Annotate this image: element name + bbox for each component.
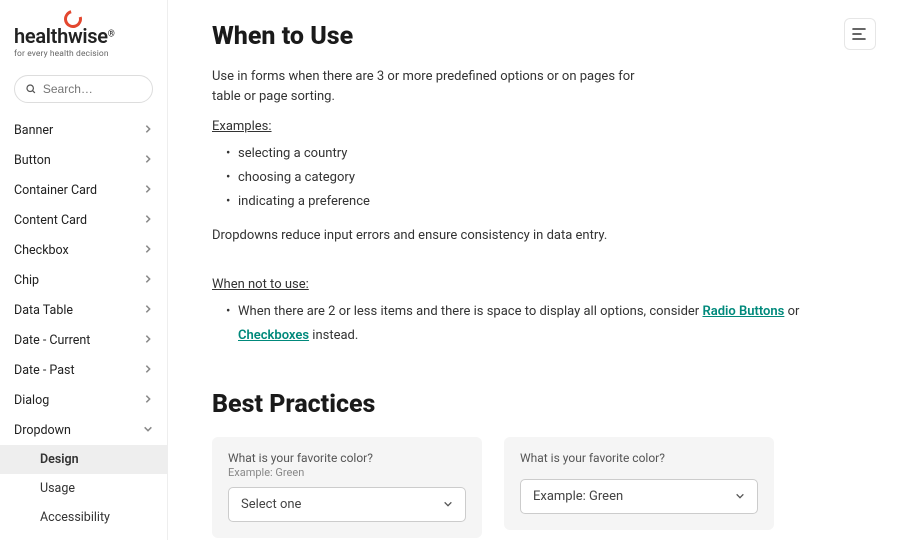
- search-input-wrap[interactable]: [14, 75, 153, 103]
- chevron-right-icon: [143, 363, 153, 378]
- sidebar-item-label: Dialog: [14, 393, 49, 408]
- sidebar-item-date-current[interactable]: Date - Current: [0, 325, 167, 355]
- examples-row: What is your favorite color? Example: Gr…: [212, 437, 856, 540]
- examples-label: Examples:: [212, 119, 856, 134]
- sidebar-item-button[interactable]: Button: [0, 145, 167, 175]
- brand-logo: healthwise® for every health decision: [0, 0, 167, 65]
- sidebar-subitem-design[interactable]: Design: [0, 445, 167, 474]
- sidebar-subitem-code[interactable]: Code: [0, 532, 167, 540]
- or-text: or: [784, 304, 799, 319]
- sidebar-item-data-table[interactable]: Data Table: [0, 295, 167, 325]
- sidebar-item-label: Button: [14, 153, 51, 168]
- do-card-label: What is your favorite color?: [228, 451, 466, 465]
- search-input[interactable]: [43, 82, 142, 96]
- sidebar-item-label: Container Card: [14, 183, 97, 198]
- do-card-select[interactable]: Select one: [228, 487, 466, 522]
- sidebar-item-label: Data Table: [14, 303, 73, 318]
- when-not-list: When there are 2 or less items and there…: [212, 300, 856, 348]
- when-not-pre: When there are 2 or less items and there…: [238, 304, 702, 319]
- sidebar-item-dialog[interactable]: Dialog: [0, 385, 167, 415]
- chevron-right-icon: [143, 183, 153, 198]
- chevron-right-icon: [143, 123, 153, 138]
- example-item: choosing a category: [228, 166, 856, 190]
- sidebar-item-label: Content Card: [14, 213, 87, 228]
- sidebar-subitem-accessibility[interactable]: Accessibility: [0, 503, 167, 532]
- do-column: What is your favorite color? Example: Gr…: [212, 437, 482, 540]
- dont-card: What is your favorite color? Example: Gr…: [504, 437, 774, 530]
- when-not-item: When there are 2 or less items and there…: [228, 300, 856, 348]
- chevron-right-icon: [143, 423, 153, 438]
- chevron-right-icon: [143, 393, 153, 408]
- chevron-down-icon: [735, 491, 745, 501]
- chevron-right-icon: [143, 273, 153, 288]
- sidebar-item-label: Checkbox: [14, 243, 69, 258]
- examples-list: selecting a countrychoosing a categoryin…: [212, 142, 856, 214]
- sidebar-item-banner[interactable]: Banner: [0, 115, 167, 145]
- checkboxes-link[interactable]: Checkboxes: [238, 328, 309, 343]
- do-select-value: Select one: [241, 497, 301, 512]
- toc-icon: [852, 27, 868, 41]
- do-card-hint: Example: Green: [228, 466, 466, 479]
- sidebar: healthwise® for every health decision Ba…: [0, 0, 168, 540]
- example-item: selecting a country: [228, 142, 856, 166]
- do-card: What is your favorite color? Example: Gr…: [212, 437, 482, 538]
- dont-column: What is your favorite color? Example: Gr…: [504, 437, 774, 540]
- chevron-right-icon: [143, 153, 153, 168]
- chevron-right-icon: [143, 333, 153, 348]
- sidebar-item-content-card[interactable]: Content Card: [0, 205, 167, 235]
- search-icon: [25, 82, 37, 96]
- dont-card-label: What is your favorite color?: [520, 451, 758, 465]
- sidebar-item-chip[interactable]: Chip: [0, 265, 167, 295]
- sidebar-item-dropdown[interactable]: Dropdown: [0, 415, 167, 445]
- sidebar-item-label: Dropdown: [14, 423, 71, 438]
- registered-mark: ®: [108, 30, 115, 40]
- sidebar-item-checkbox[interactable]: Checkbox: [0, 235, 167, 265]
- intro-text: Use in forms when there are 3 or more pr…: [212, 67, 652, 107]
- heading-best-practices: Best Practices: [212, 390, 856, 419]
- sidebar-item-label: Date - Current: [14, 333, 90, 348]
- sidebar-item-label: Date - Past: [14, 363, 75, 378]
- chevron-right-icon: [143, 303, 153, 318]
- sidebar-subitem-usage[interactable]: Usage: [0, 474, 167, 503]
- dont-card-select[interactable]: Example: Green: [520, 479, 758, 514]
- dont-select-value: Example: Green: [533, 489, 623, 504]
- brand-tagline: for every health decision: [14, 49, 153, 59]
- chevron-right-icon: [143, 213, 153, 228]
- when-not-post: instead.: [309, 328, 358, 343]
- toc-toggle-button[interactable]: [844, 18, 876, 50]
- sidebar-item-container-card[interactable]: Container Card: [0, 175, 167, 205]
- radio-buttons-link[interactable]: Radio Buttons: [702, 304, 784, 319]
- main-content: When to Use Use in forms when there are …: [168, 0, 900, 540]
- sidebar-item-date-past[interactable]: Date - Past: [0, 355, 167, 385]
- example-item: indicating a preference: [228, 190, 856, 214]
- sidebar-nav: Banner Button Container Card Content Card Ch…: [0, 111, 167, 540]
- reduce-text: Dropdowns reduce input errors and ensure…: [212, 226, 652, 246]
- heading-when-to-use: When to Use: [212, 22, 856, 51]
- sidebar-item-label: Chip: [14, 273, 39, 288]
- sidebar-item-label: Banner: [14, 123, 53, 138]
- chevron-right-icon: [143, 243, 153, 258]
- brand-name: healthwise: [14, 24, 108, 48]
- chevron-down-icon: [443, 499, 453, 509]
- when-not-label: When not to use:: [212, 277, 856, 292]
